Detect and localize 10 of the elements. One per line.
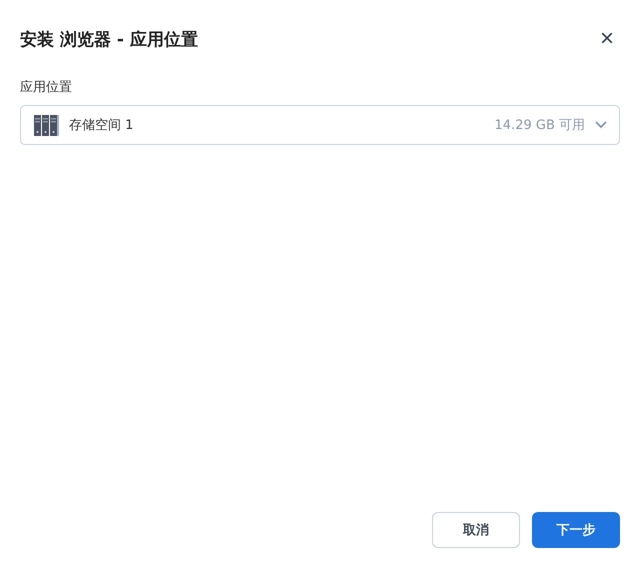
chevron-down-icon [595,121,607,129]
select-value: 存储空间 1 [69,117,134,134]
location-select[interactable]: 存储空间 1 14.29 GB 可用 [20,105,620,145]
cancel-button[interactable]: 取消 [432,512,520,548]
free-space-text: 14.29 GB 可用 [494,117,585,134]
next-button[interactable]: 下一步 [532,512,620,548]
dialog-title: 安装 浏览器 - 应用位置 [20,28,198,50]
server-icon [33,113,59,137]
close-button[interactable]: × [594,27,620,51]
field-label: 应用位置 [20,79,72,96]
